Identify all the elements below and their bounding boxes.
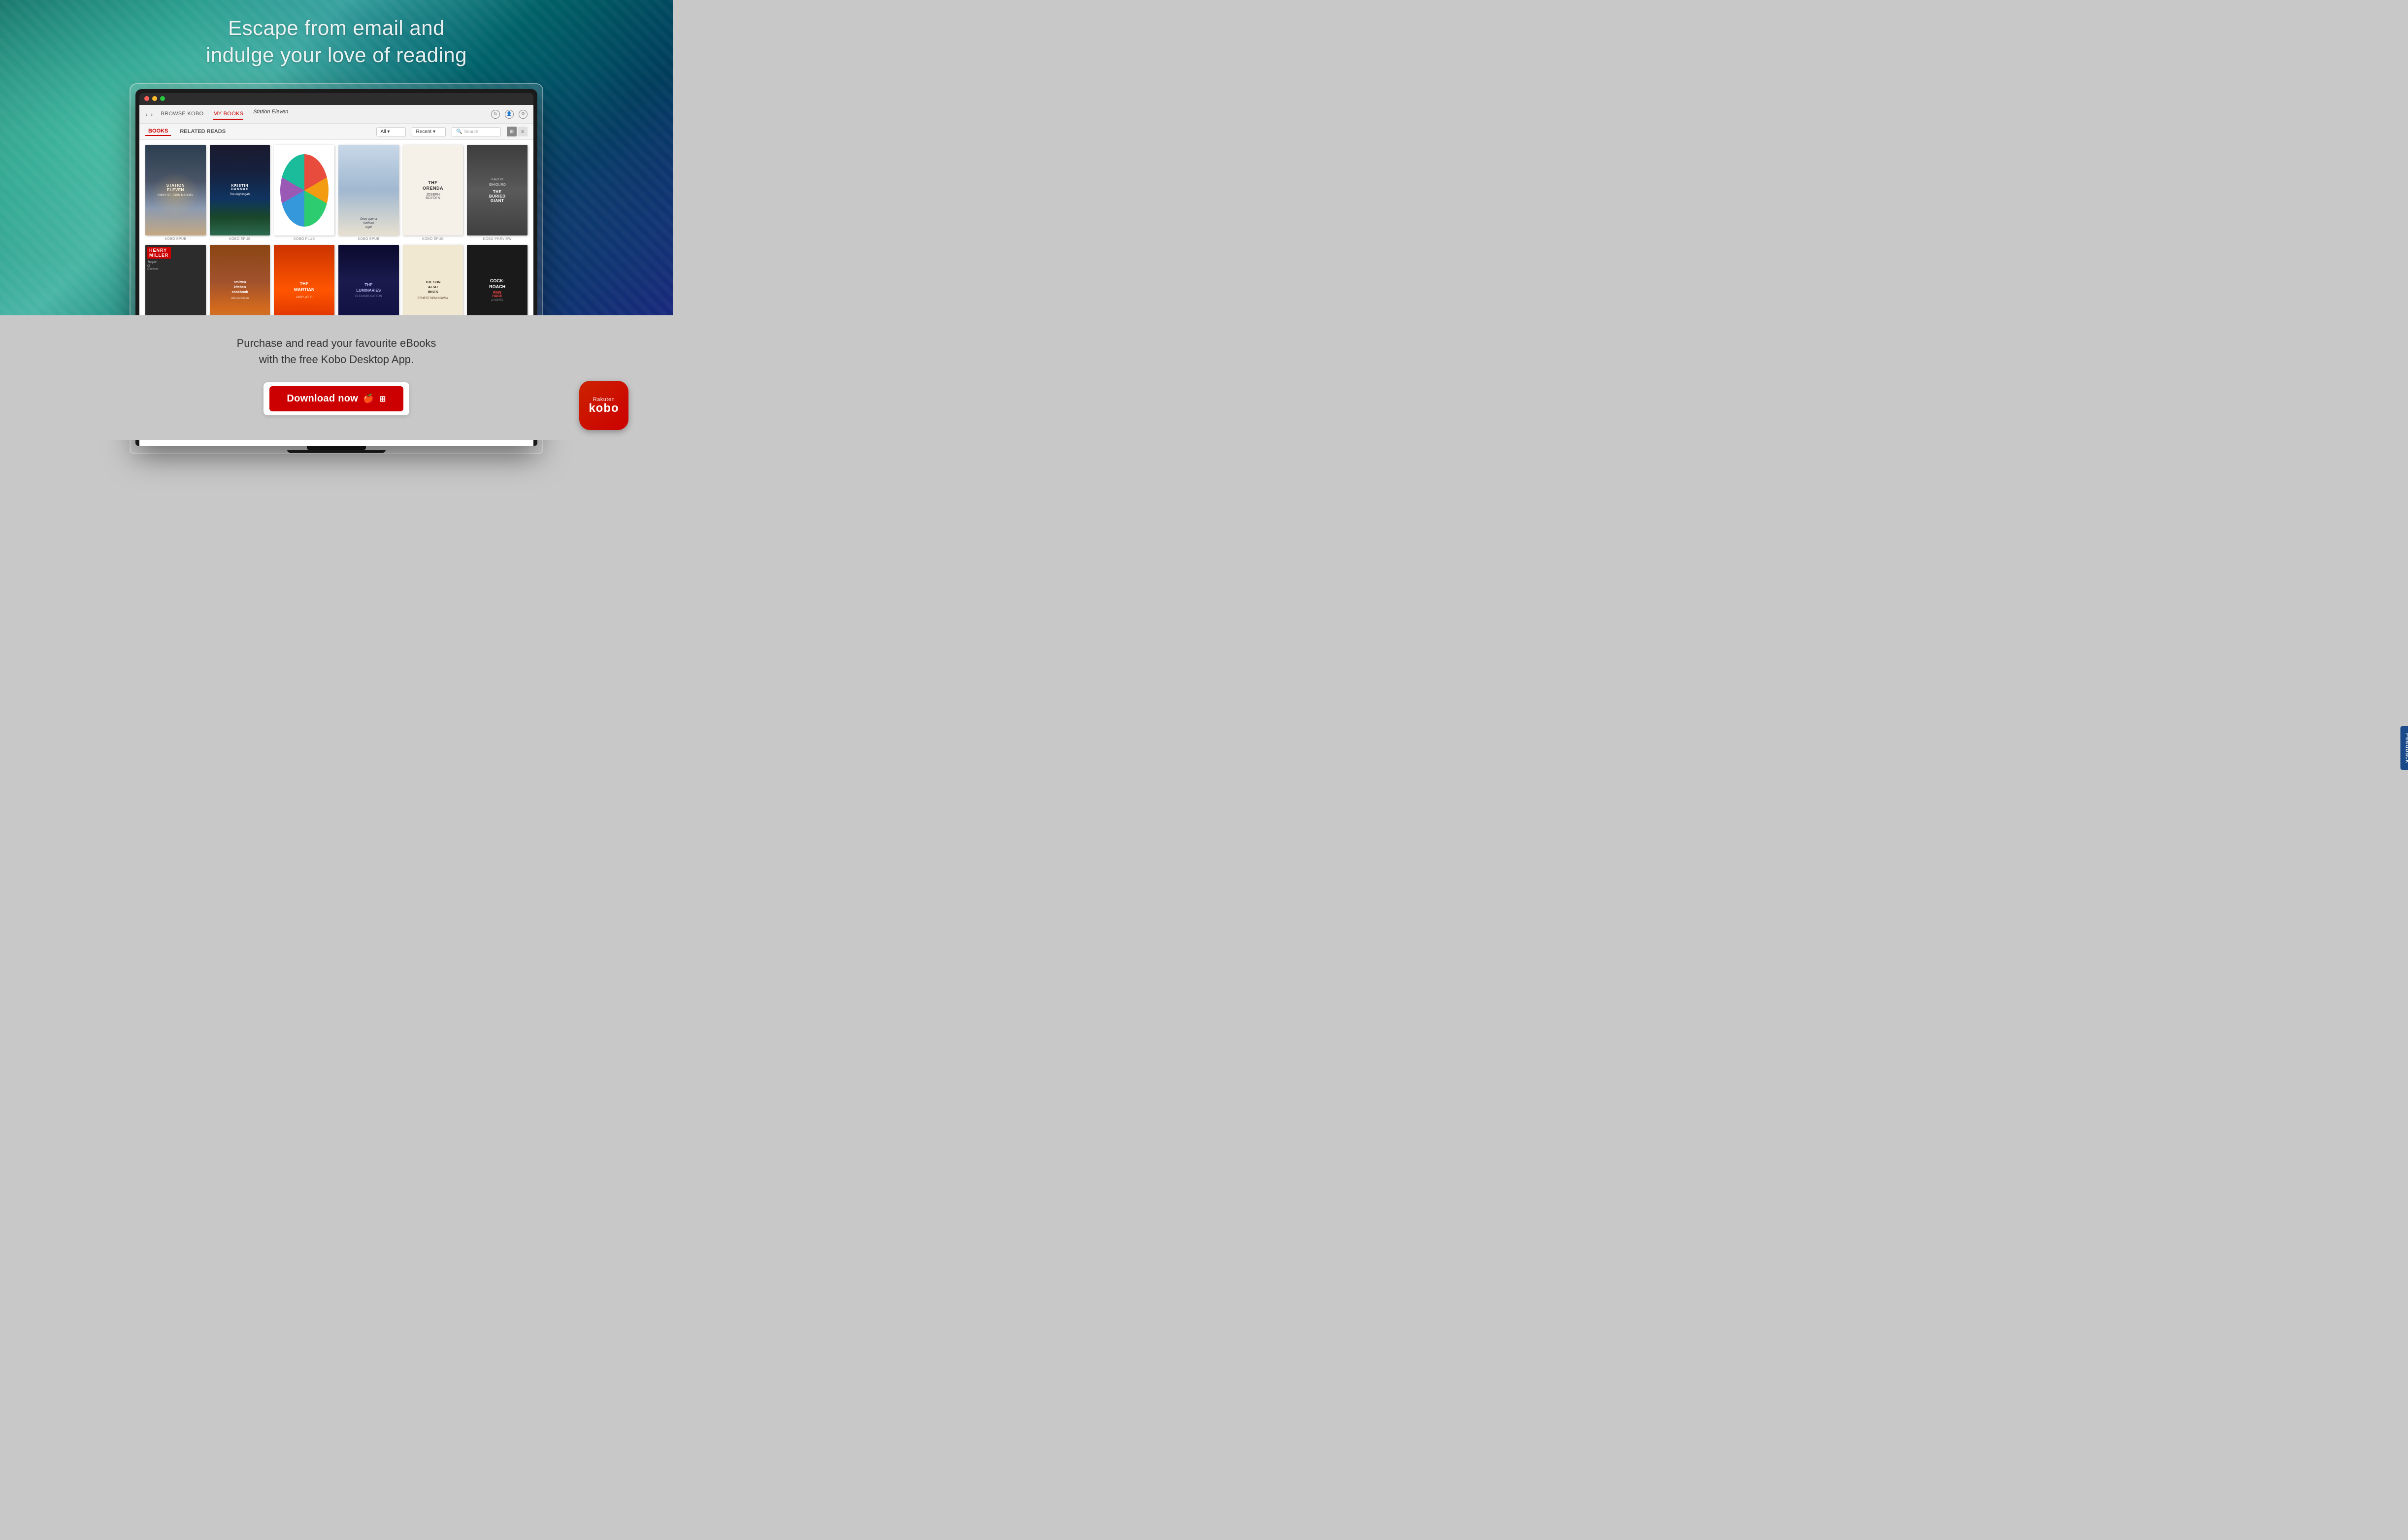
- grid-view-toggle[interactable]: ⊞: [507, 127, 517, 136]
- hero-section: Escape from email and indulge your love …: [0, 0, 673, 315]
- back-arrow[interactable]: ‹: [145, 110, 148, 118]
- minimize-button[interactable]: [152, 96, 157, 101]
- bottom-section: Purchase and read your favourite eBooks …: [0, 315, 673, 440]
- book-item-colorful[interactable]: KOBO PLUS: [274, 145, 334, 241]
- app-toolbar: ‹ › BROWSE KOBO MY BOOKS Station Eleven …: [139, 105, 533, 124]
- download-btn-label: Download now: [287, 393, 358, 404]
- forward-arrow[interactable]: ›: [151, 110, 153, 118]
- download-button-wrapper: Download now 🍎 ⊞: [264, 382, 409, 415]
- book-item-kristin-hannah[interactable]: KRISTINHANNAH The Nightingale KOBO EPUB: [210, 145, 270, 241]
- search-box[interactable]: 🔍 Search: [452, 127, 501, 136]
- feedback-tab[interactable]: Feedback: [2401, 726, 2408, 770]
- page-wrapper: Escape from email and indulge your love …: [0, 0, 673, 440]
- laptop-base: [287, 450, 386, 453]
- book-cover-orenda: THEORENDA JOSEPHBOYDEN: [403, 145, 463, 235]
- book-cover-colorful: [274, 145, 334, 235]
- book-item-northern[interactable]: Once upon anorthernnight KOBO EPUB: [338, 145, 399, 241]
- filter-related[interactable]: RELATED READS: [177, 128, 229, 135]
- title-bar: [139, 93, 533, 105]
- book-cover-kristin-hannah: KRISTINHANNAH The Nightingale: [210, 145, 270, 235]
- breadcrumb-title: Station Eleven: [253, 109, 288, 120]
- view-toggles: ⊞ ≡: [507, 127, 528, 136]
- book-cover-station-eleven: STATIONELEVEN EMILY ST. JOHN MANDEL: [145, 145, 206, 235]
- book-label-5: KOBO EPUB: [422, 237, 444, 241]
- kobo-name: kobo: [589, 402, 619, 414]
- settings-icon[interactable]: ⚙: [519, 110, 528, 119]
- laptop-stand: [307, 446, 366, 450]
- filter-bar: BOOKS RELATED READS All ▾ Recent ▾ 🔍 Sea…: [139, 124, 533, 140]
- book-label-3: KOBO PLUS: [294, 237, 315, 241]
- book-item-station-eleven[interactable]: STATIONELEVEN EMILY ST. JOHN MANDEL KOBO…: [145, 145, 206, 241]
- filter-all-dropdown[interactable]: All ▾: [376, 127, 406, 136]
- kobo-logo: Rakuten kobo: [579, 381, 628, 430]
- nav-mybooks[interactable]: MY BOOKS: [213, 109, 243, 120]
- book-label-6: KOBO PREVIEW: [483, 237, 512, 241]
- apple-icon: 🍎: [363, 394, 374, 404]
- maximize-button[interactable]: [160, 96, 165, 101]
- book-label-2: KOBO EPUB: [229, 237, 251, 241]
- book-cover-northern: Once upon anorthernnight: [338, 145, 399, 235]
- filter-books[interactable]: BOOKS: [145, 127, 171, 136]
- kobo-brand: Rakuten: [593, 397, 615, 402]
- bottom-description: Purchase and read your favourite eBooks …: [237, 335, 436, 368]
- windows-icon: ⊞: [379, 394, 386, 404]
- close-button[interactable]: [144, 96, 149, 101]
- download-now-button[interactable]: Download now 🍎 ⊞: [269, 386, 403, 411]
- filter-recent-dropdown[interactable]: Recent ▾: [412, 127, 446, 136]
- search-icon: 🔍: [456, 129, 462, 134]
- nav-arrows: ‹ ›: [145, 110, 153, 118]
- list-view-toggle[interactable]: ≡: [518, 127, 528, 136]
- toolbar-nav: BROWSE KOBO MY BOOKS Station Eleven: [161, 109, 288, 120]
- book-item-buried[interactable]: KAZUOISHIGURO THEBURIEDGIANT KOBO PREVIE…: [467, 145, 528, 241]
- nav-browse[interactable]: BROWSE KOBO: [161, 109, 203, 120]
- hero-title: Escape from email and indulge your love …: [206, 15, 467, 68]
- book-label-4: KOBO EPUB: [358, 237, 379, 241]
- book-cover-buried: KAZUOISHIGURO THEBURIEDGIANT: [467, 145, 528, 235]
- profile-icon[interactable]: 👤: [505, 110, 514, 119]
- book-item-orenda[interactable]: THEORENDA JOSEPHBOYDEN KOBO EPUB: [403, 145, 463, 241]
- traffic-lights: [144, 96, 165, 101]
- book-label-1: KOBO EPUB: [165, 237, 186, 241]
- refresh-icon[interactable]: ↻: [491, 110, 500, 119]
- toolbar-icons: ↻ 👤 ⚙: [491, 110, 528, 119]
